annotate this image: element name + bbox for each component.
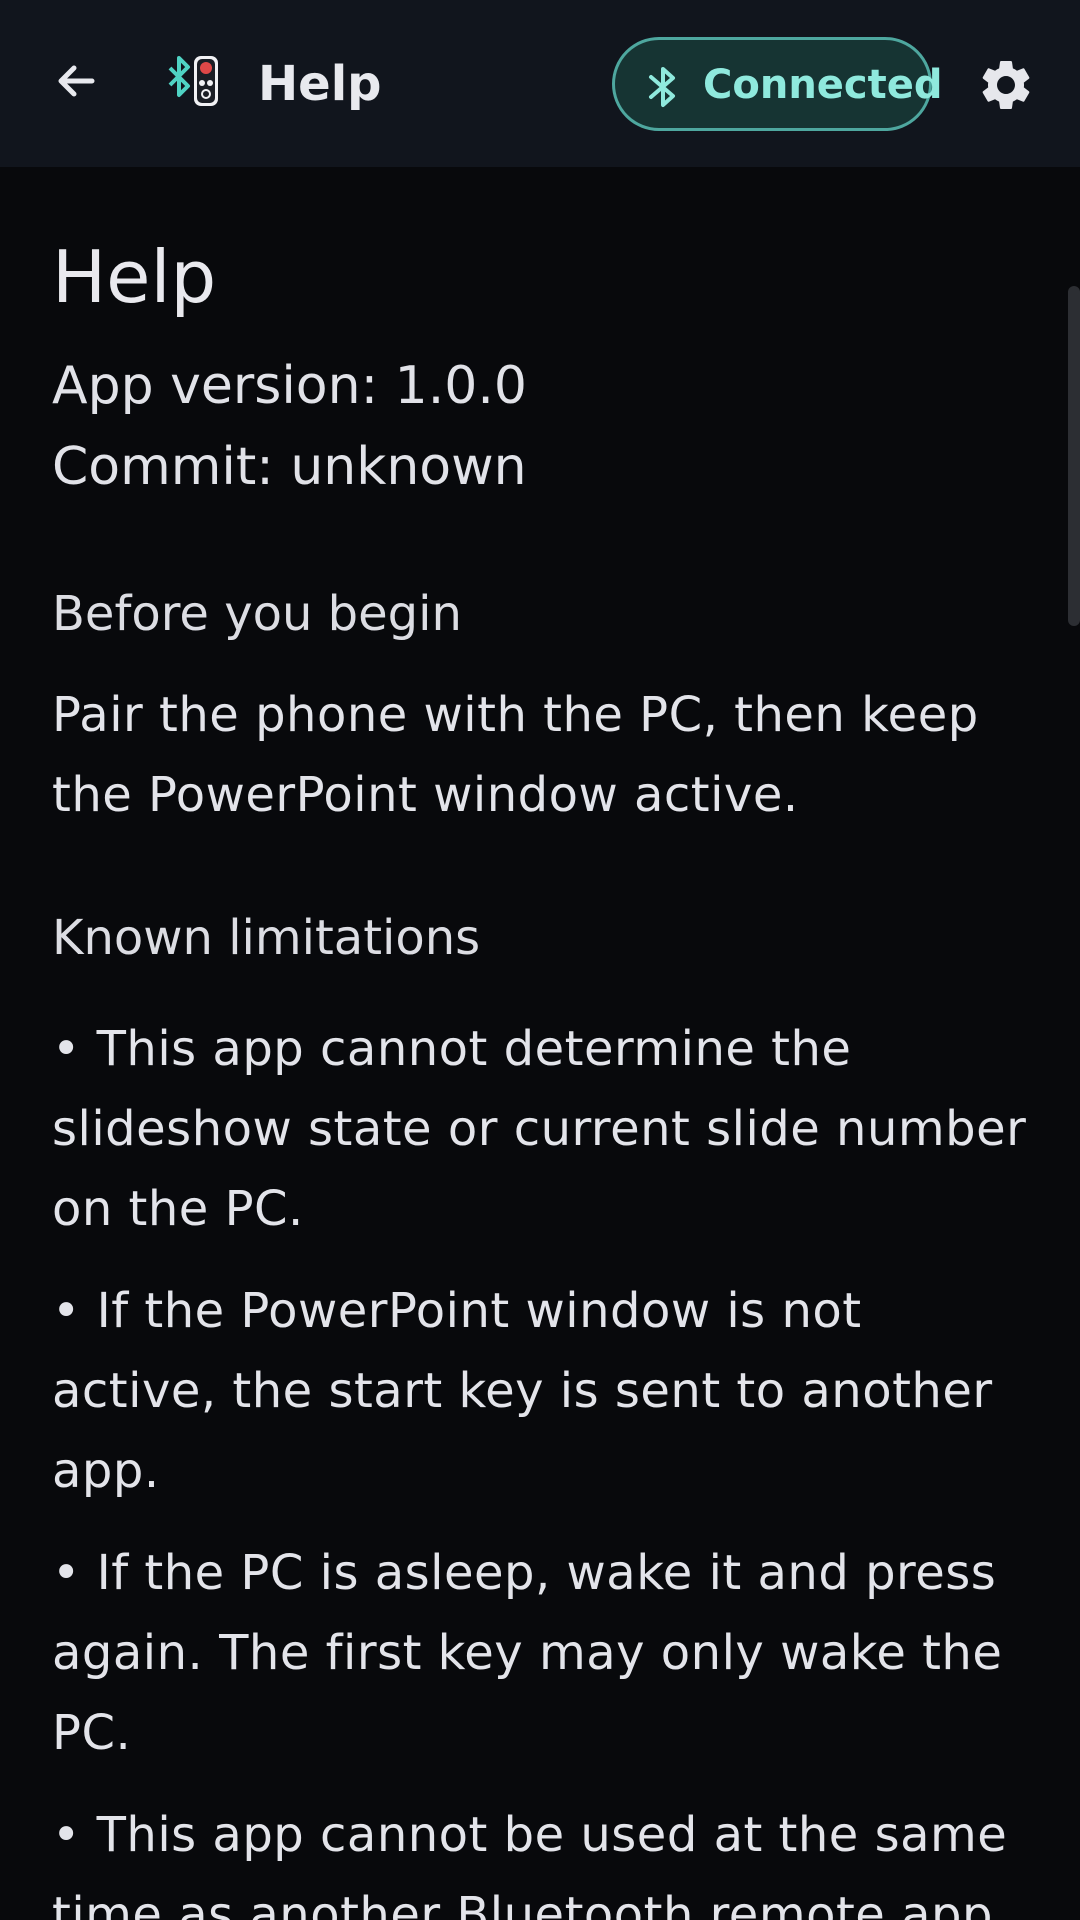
section-heading-before-you-begin: Before you begin: [52, 586, 462, 642]
bluetooth-remote-logo-icon: [168, 56, 218, 106]
gear-icon[interactable]: [976, 55, 1036, 115]
commit-text: Commit: unknown: [52, 437, 527, 497]
limitation-item: • If the PC is asleep, wake it and press…: [52, 1545, 1003, 1761]
help-content[interactable]: Help App version: 1.0.0 Commit: unknown …: [0, 167, 1080, 1920]
section-heading-known-limitations: Known limitations: [52, 910, 481, 966]
back-button[interactable]: [40, 45, 112, 117]
connection-status-chip[interactable]: Connected: [612, 37, 943, 131]
limitation-item: • This app cannot be used at the same ti…: [52, 1807, 1009, 1920]
top-app-bar: Help Connected: [0, 0, 1080, 167]
scrollbar-thumb[interactable]: [1068, 286, 1080, 626]
app-bar-title: Help: [258, 56, 382, 112]
app-version-text: App version: 1.0.0: [52, 356, 527, 416]
limitation-item: • If the PowerPoint window is not active…: [52, 1283, 993, 1499]
page-title: Help: [52, 235, 217, 319]
connection-status-label: Connected: [703, 62, 943, 108]
bluetooth-icon: [649, 67, 675, 107]
back-arrow-icon: [58, 65, 95, 97]
paragraph-pairing: Pair the phone with the PC, then keep th…: [52, 687, 979, 823]
limitation-item: • This app cannot determine the slidesho…: [52, 1021, 1027, 1237]
